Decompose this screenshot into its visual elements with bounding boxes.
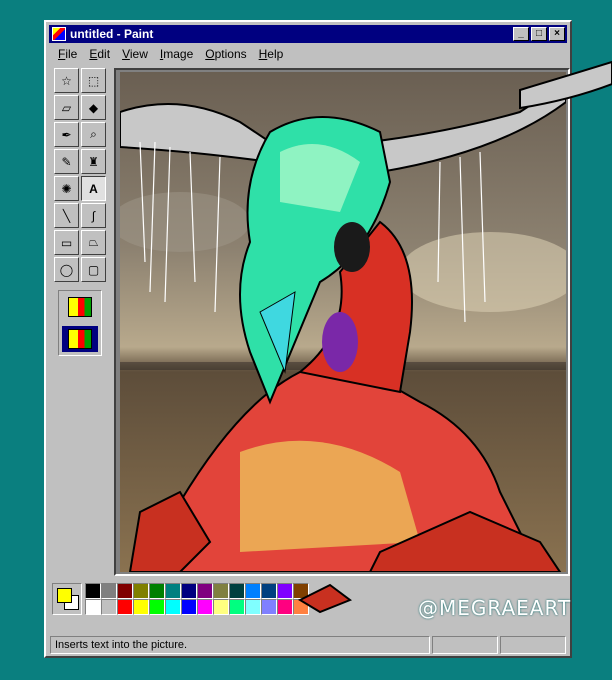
airbrush-icon: ✺ — [61, 181, 72, 196]
paint-app-icon[interactable] — [52, 27, 66, 41]
palette-swatch[interactable] — [165, 599, 181, 615]
palette-swatch[interactable] — [165, 583, 181, 599]
neck-shadow — [322, 312, 358, 372]
text-tool[interactable]: A — [81, 176, 106, 201]
palette-swatch[interactable] — [293, 599, 309, 615]
cursor-position-cell — [432, 636, 498, 654]
menu-options[interactable]: Options — [199, 46, 252, 64]
palette-swatch[interactable] — [197, 583, 213, 599]
palette-swatch[interactable] — [213, 599, 229, 615]
palette-swatch[interactable] — [229, 599, 245, 615]
free-form-select-icon: ☆ — [61, 73, 72, 88]
palette-swatch[interactable] — [213, 583, 229, 599]
pencil-icon: ✎ — [61, 154, 72, 169]
eraser-icon: ▱ — [61, 100, 72, 115]
current-colors[interactable] — [52, 583, 82, 615]
menu-file[interactable]: File — [52, 46, 83, 64]
curve-icon: ∫ — [91, 208, 96, 223]
status-text: Inserts text into the picture. — [50, 636, 430, 654]
eraser-tool[interactable]: ▱ — [54, 95, 79, 120]
maximize-button[interactable]: □ — [531, 27, 547, 41]
color-palette — [52, 583, 309, 619]
transparent-icon — [68, 329, 92, 349]
ellipse-tool[interactable]: ◯ — [54, 257, 79, 282]
rounded-rectangle-icon: ▢ — [87, 262, 100, 277]
brush-tool[interactable]: ♜ — [81, 149, 106, 174]
palette-swatch[interactable] — [101, 599, 117, 615]
palette-swatch[interactable] — [197, 599, 213, 615]
text-icon: A — [89, 181, 98, 196]
artist-watermark: @MEGRAEART — [418, 596, 572, 620]
fill-icon: ◆ — [88, 100, 99, 115]
palette-swatch[interactable] — [85, 599, 101, 615]
palette-swatch[interactable] — [149, 583, 165, 599]
window-title: untitled - Paint — [70, 27, 154, 41]
line-icon: ╲ — [62, 208, 71, 223]
palette-swatch[interactable] — [245, 583, 261, 599]
canvas-area[interactable] — [114, 68, 570, 576]
ellipse-icon: ◯ — [59, 262, 74, 277]
palette-swatch[interactable] — [245, 599, 261, 615]
menu-help[interactable]: Help — [253, 46, 290, 64]
palette-swatch[interactable] — [181, 583, 197, 599]
rectangle-icon: ▭ — [60, 235, 73, 250]
palette-swatch[interactable] — [149, 599, 165, 615]
paint-window: untitled - Paint _ □ × File Edit View Im… — [44, 20, 572, 658]
line-tool[interactable]: ╲ — [54, 203, 79, 228]
palette-swatch[interactable] — [293, 583, 309, 599]
fill-tool[interactable]: ◆ — [81, 95, 106, 120]
airbrush-tool[interactable]: ✺ — [54, 176, 79, 201]
menu-image[interactable]: Image — [154, 46, 199, 64]
magnifier-icon: ⌕ — [90, 127, 97, 141]
curve-tool[interactable]: ∫ — [81, 203, 106, 228]
select-tool[interactable]: ⬚ — [81, 68, 106, 93]
pick-color-icon: ✒ — [61, 127, 72, 142]
title-bar[interactable]: untitled - Paint _ □ × — [49, 25, 567, 43]
palette-swatch[interactable] — [181, 599, 197, 615]
palette-swatch[interactable] — [261, 583, 277, 599]
palette-swatch[interactable] — [133, 599, 149, 615]
palette-swatch[interactable] — [117, 599, 133, 615]
rounded-rectangle-tool[interactable]: ▢ — [81, 257, 106, 282]
toolbox: ☆ ⬚ ▱ ◆ ✒ ⌕ ✎ ♜ ✺ A ╲ ∫ ▭ ⏢ ◯ ▢ — [54, 68, 106, 356]
palette-swatch[interactable] — [277, 583, 293, 599]
rectangle-tool[interactable]: ▭ — [54, 230, 79, 255]
polygon-tool[interactable]: ⏢ — [81, 230, 106, 255]
eye-socket — [334, 222, 370, 272]
pick-color-tool[interactable]: ✒ — [54, 122, 79, 147]
pencil-tool[interactable]: ✎ — [54, 149, 79, 174]
brush-icon: ♜ — [88, 154, 99, 169]
palette-swatch[interactable] — [261, 599, 277, 615]
menu-edit[interactable]: Edit — [83, 46, 116, 64]
opaque-icon — [68, 297, 92, 317]
status-bar: Inserts text into the picture. — [50, 636, 566, 654]
foreground-color — [57, 588, 72, 603]
menu-bar: File Edit View Image Options Help — [52, 46, 289, 64]
magnifier-tool[interactable]: ⌕ — [81, 122, 106, 147]
palette-swatch[interactable] — [133, 583, 149, 599]
painting-canvas[interactable] — [120, 72, 566, 572]
free-form-select-tool[interactable]: ☆ — [54, 68, 79, 93]
menu-view[interactable]: View — [116, 46, 154, 64]
minimize-button[interactable]: _ — [513, 27, 529, 41]
palette-swatch[interactable] — [277, 599, 293, 615]
selection-size-cell — [500, 636, 566, 654]
palette-swatch[interactable] — [101, 583, 117, 599]
close-button[interactable]: × — [549, 27, 565, 41]
select-icon: ⬚ — [87, 73, 100, 88]
palette-swatch[interactable] — [85, 583, 101, 599]
opaque-option[interactable] — [62, 294, 98, 320]
palette-swatch[interactable] — [117, 583, 133, 599]
polygon-icon: ⏢ — [88, 235, 99, 249]
palette-swatch[interactable] — [229, 583, 245, 599]
tool-options — [58, 290, 102, 356]
transparent-option[interactable] — [62, 326, 98, 352]
